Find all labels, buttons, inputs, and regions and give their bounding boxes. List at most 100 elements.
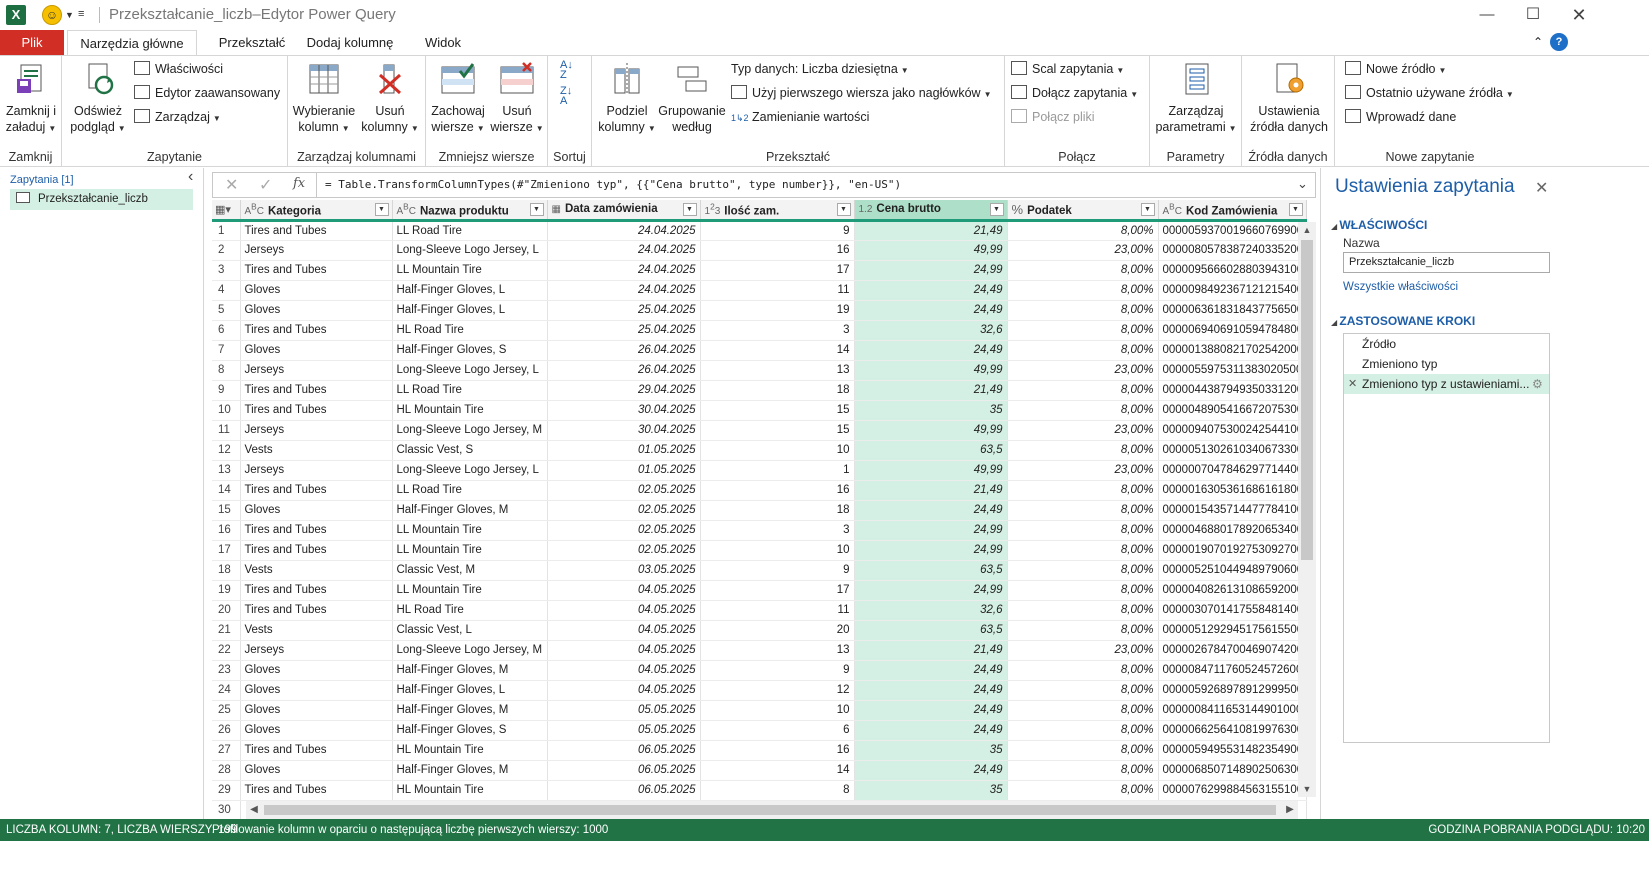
table-cell[interactable]: 24.04.2025: [547, 240, 701, 261]
table-cell[interactable]: 8,00%: [1007, 300, 1159, 321]
table-cell[interactable]: 04.05.2025: [547, 640, 701, 661]
column-header-kategoria[interactable]: ABC Kategoria ▼: [240, 200, 393, 222]
row-number[interactable]: 17: [212, 540, 241, 561]
table-cell[interactable]: 23,00%: [1007, 360, 1159, 381]
row-number[interactable]: 8: [212, 360, 241, 381]
table-row[interactable]: 29 Tires and Tubes HL Mountain Tire 06.05.2…: [212, 780, 1307, 801]
table-cell[interactable]: 24,49: [854, 680, 1008, 701]
step-item-selected[interactable]: ✕ Zmieniono typ z ustawieniami... ⚙: [1344, 374, 1549, 394]
table-cell[interactable]: 16: [700, 740, 855, 761]
column-header-nazwa-produktu[interactable]: ABC Nazwa produktu ▼: [392, 200, 548, 222]
whole-number-type-icon[interactable]: 123: [705, 202, 721, 217]
row-number[interactable]: 16: [212, 520, 241, 541]
table-cell[interactable]: 18: [700, 500, 855, 521]
table-cell[interactable]: 15: [700, 400, 855, 421]
enter-data-button[interactable]: Wprowadź dane: [1345, 107, 1456, 127]
table-cell[interactable]: 24,99: [854, 260, 1008, 281]
table-cell[interactable]: 9: [700, 560, 855, 581]
query-name-input[interactable]: Przekształcanie_liczb: [1343, 252, 1550, 273]
table-cell[interactable]: 0000016305361686161800: [1158, 480, 1307, 501]
cancel-formula-icon[interactable]: ✕: [225, 175, 238, 195]
table-cell[interactable]: 24,99: [854, 580, 1008, 601]
table-cell[interactable]: 21,49: [854, 640, 1008, 661]
table-row[interactable]: 2 Jerseys Long-Sleeve Logo Jersey, L 24.04.…: [212, 240, 1307, 261]
table-cell[interactable]: HL Mountain Tire: [392, 780, 548, 801]
table-cell[interactable]: Gloves: [240, 700, 393, 721]
table-cell[interactable]: 8,00%: [1007, 340, 1159, 361]
table-cell[interactable]: 8: [700, 780, 855, 801]
table-cell[interactable]: 63,5: [854, 620, 1008, 641]
manage-button[interactable]: Zarządzaj ▼: [134, 107, 221, 127]
text-type-icon[interactable]: ABC: [245, 202, 264, 217]
filter-dropdown-icon[interactable]: ▼: [836, 203, 851, 216]
table-cell[interactable]: 04.05.2025: [547, 620, 701, 641]
table-row[interactable]: 20 Tires and Tubes HL Road Tire 04.05.2025 1…: [212, 600, 1307, 621]
remove-columns-button[interactable]: Usuń kolumny ▼: [358, 61, 422, 137]
table-cell[interactable]: Jerseys: [240, 360, 393, 381]
smiley-feedback-icon[interactable]: ☺: [42, 5, 62, 25]
filter-dropdown-icon[interactable]: ▼: [682, 203, 697, 216]
filter-dropdown-icon[interactable]: ▼: [1140, 203, 1155, 216]
table-cell[interactable]: 01.05.2025: [547, 460, 701, 481]
table-cell[interactable]: Half-Finger Gloves, L: [392, 280, 548, 301]
table-cell[interactable]: 10: [700, 700, 855, 721]
table-row[interactable]: 13 Jerseys Long-Sleeve Logo Jersey, L 01.05…: [212, 460, 1307, 481]
table-cell[interactable]: 05.05.2025: [547, 700, 701, 721]
text-type-icon[interactable]: ABC: [1163, 202, 1182, 217]
table-cell[interactable]: LL Road Tire: [392, 220, 548, 241]
properties-button[interactable]: Właściwości: [134, 59, 223, 79]
filter-dropdown-icon[interactable]: ▼: [529, 203, 544, 216]
table-cell[interactable]: Half-Finger Gloves, M: [392, 660, 548, 681]
column-header-podatek[interactable]: % Podatek ▼: [1007, 200, 1159, 222]
table-cell[interactable]: Gloves: [240, 300, 393, 321]
row-number[interactable]: 18: [212, 560, 241, 581]
all-properties-link[interactable]: Wszystkie właściwości: [1343, 281, 1458, 293]
step-item[interactable]: Zmieniono typ: [1344, 354, 1549, 374]
table-cell[interactable]: Tires and Tubes: [240, 260, 393, 281]
row-number[interactable]: 19: [212, 580, 241, 601]
table-cell[interactable]: 8,00%: [1007, 480, 1159, 501]
row-number[interactable]: 26: [212, 720, 241, 741]
table-row[interactable]: 11 Jerseys Long-Sleeve Logo Jersey, M 30.04…: [212, 420, 1307, 441]
row-number[interactable]: 7: [212, 340, 241, 361]
applied-steps-header[interactable]: ◢ ZASTOSOWANE KROKI: [1331, 314, 1475, 328]
merge-queries-button[interactable]: Scal zapytania ▼: [1011, 59, 1124, 79]
recent-sources-button[interactable]: Ostatnio używane źródła ▼: [1345, 83, 1514, 103]
table-cell[interactable]: 13: [700, 640, 855, 661]
row-number[interactable]: 20: [212, 600, 241, 621]
table-cell[interactable]: 21,49: [854, 220, 1008, 241]
table-row[interactable]: 28 Gloves Half-Finger Gloves, M 06.05.2025 1…: [212, 760, 1307, 781]
sort-ascending-button[interactable]: A↓ Z: [560, 60, 573, 81]
tab-file[interactable]: Plik: [0, 30, 64, 55]
table-cell[interactable]: Vests: [240, 560, 393, 581]
table-cell[interactable]: 17: [700, 580, 855, 601]
table-cell[interactable]: Tires and Tubes: [240, 380, 393, 401]
table-cell[interactable]: 26.04.2025: [547, 340, 701, 361]
table-row[interactable]: 12 Vests Classic Vest, S 01.05.2025 10 63,5 8,…: [212, 440, 1307, 461]
row-number[interactable]: 14: [212, 480, 241, 501]
table-cell[interactable]: LL Road Tire: [392, 380, 548, 401]
table-row[interactable]: 9 Tires and Tubes LL Road Tire 29.04.2025 18…: [212, 380, 1307, 401]
table-cell[interactable]: 0000008411653144901000: [1158, 700, 1307, 721]
table-cell[interactable]: 0000030701417558481400: [1158, 600, 1307, 621]
table-cell[interactable]: Tires and Tubes: [240, 600, 393, 621]
split-column-button[interactable]: Podziel kolumny ▼: [596, 61, 658, 137]
table-row[interactable]: 16 Tires and Tubes LL Mountain Tire 02.05.2…: [212, 520, 1307, 541]
table-cell[interactable]: Gloves: [240, 660, 393, 681]
table-cell[interactable]: Jerseys: [240, 460, 393, 481]
table-cell[interactable]: Long-Sleeve Logo Jersey, M: [392, 420, 548, 441]
table-cell[interactable]: 12: [700, 680, 855, 701]
table-cell[interactable]: 63,5: [854, 440, 1008, 461]
table-cell[interactable]: 29.04.2025: [547, 380, 701, 401]
table-row[interactable]: 17 Tires and Tubes LL Mountain Tire 02.05.2…: [212, 540, 1307, 561]
table-cell[interactable]: 0000040826131086592000: [1158, 580, 1307, 601]
table-row[interactable]: 5 Gloves Half-Finger Gloves, L 25.04.2025 19…: [212, 300, 1307, 321]
table-row[interactable]: 15 Gloves Half-Finger Gloves, M 02.05.2025 1…: [212, 500, 1307, 521]
table-cell[interactable]: 0000066256410819976300: [1158, 720, 1307, 741]
table-cell[interactable]: 0000069406910594784800: [1158, 320, 1307, 341]
table-cell[interactable]: Half-Finger Gloves, M: [392, 500, 548, 521]
table-cell[interactable]: 04.05.2025: [547, 580, 701, 601]
percent-type-icon[interactable]: %: [1012, 202, 1024, 217]
data-type-dropdown[interactable]: Typ danych: Liczba dziesiętna ▼: [731, 59, 909, 79]
text-type-icon[interactable]: ABC: [397, 202, 416, 217]
